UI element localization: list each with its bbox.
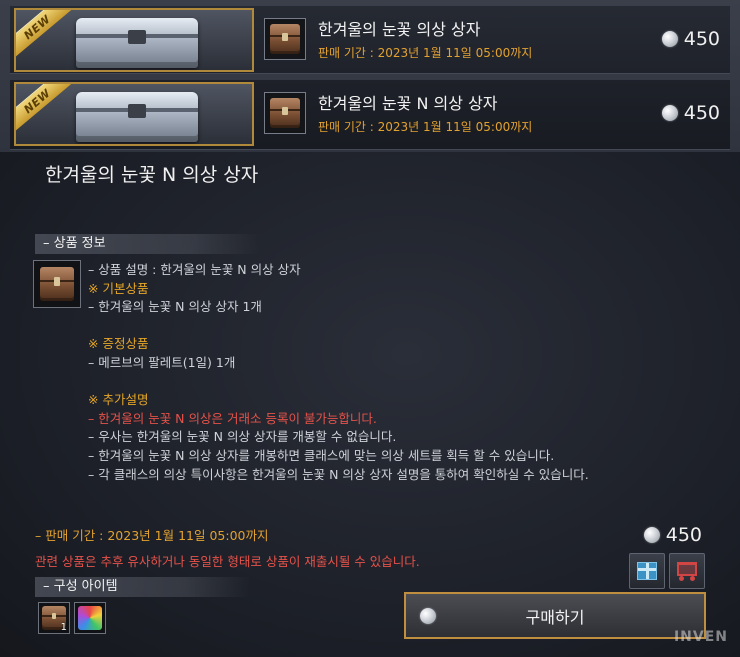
silver-coin-icon (661, 105, 678, 121)
desc-spacer (88, 373, 728, 392)
gift-button[interactable] (629, 553, 665, 589)
product-info-header: – 상품 정보 (35, 234, 260, 254)
product-title: 한겨울의 눈꽃 의상 상자 (318, 20, 481, 39)
detail-title: 한겨울의 눈꽃 N 의상 상자 (45, 164, 259, 186)
composition-item[interactable]: 1 (38, 602, 70, 634)
product-row-selected[interactable]: NEW 한겨울의 눈꽃 N 의상 상자 판매 기간 : 2023년 1월 11일… (10, 80, 730, 150)
desc-line: – 각 클래스의 의상 특이사항은 한겨울의 눈꽃 N 의상 상자 설명을 통하… (88, 466, 589, 482)
price-value: 450 (665, 524, 702, 546)
product-title: 한겨울의 눈꽃 N 의상 상자 (318, 94, 498, 113)
product-banner[interactable]: NEW (14, 8, 254, 72)
brown-chest-icon (270, 24, 300, 54)
product-price: 450 (661, 28, 720, 50)
desc-line: – 메르브의 팔레트(1일) 1개 (88, 354, 236, 370)
rerelease-notice: 관련 상품은 추후 유사하거나 동일한 형태로 상품이 재출시될 수 있습니다. (35, 554, 420, 569)
composition-header: – 구성 아이템 (35, 577, 250, 597)
product-info-thumbnail (33, 260, 81, 308)
product-banner[interactable]: NEW (14, 82, 254, 146)
desc-spacer (88, 317, 728, 336)
product-sale-period: 판매 기간 : 2023년 1월 11일 05:00까지 (318, 120, 533, 134)
cart-icon (677, 562, 697, 581)
silver-coin-icon (643, 527, 660, 543)
detail-sale-period: – 판매 기간 : 2023년 1월 11일 05:00까지 (35, 528, 269, 543)
desc-line: – 상품 설명 : 한겨울의 눈꽃 N 의상 상자 (88, 262, 301, 277)
silver-coin-icon (661, 31, 678, 47)
product-description: – 상품 설명 : 한겨울의 눈꽃 N 의상 상자 ※ 기본상품 – 한겨울의 … (88, 261, 728, 484)
silver-chest-icon (76, 92, 198, 142)
new-badge: NEW (16, 84, 76, 136)
silver-coin-icon (420, 608, 436, 624)
new-badge: NEW (16, 10, 76, 62)
palette-icon (78, 606, 102, 630)
product-thumbnail (264, 18, 306, 60)
desc-line-bonus-header: ※ 증정상품 (88, 336, 149, 352)
desc-line-extra-header: ※ 추가설명 (88, 392, 149, 408)
detail-price: 450 (643, 524, 702, 546)
gift-icon (637, 562, 657, 580)
composition-item[interactable] (74, 602, 106, 634)
price-value: 450 (683, 28, 720, 50)
desc-line: – 우사는 한겨울의 눈꽃 N 의상 상자를 개봉할 수 없습니다. (88, 429, 397, 445)
desc-line: – 한겨울의 눈꽃 N 의상 상자 1개 (88, 299, 262, 315)
brown-chest-icon (270, 98, 300, 128)
product-price: 450 (661, 102, 720, 124)
price-value: 450 (683, 102, 720, 124)
product-row[interactable]: NEW 한겨울의 눈꽃 의상 상자 판매 기간 : 2023년 1월 11일 0… (10, 6, 730, 74)
cart-button[interactable] (669, 553, 705, 589)
buy-button-label: 구매하기 (525, 607, 585, 627)
silver-chest-icon (76, 18, 198, 68)
desc-line-basic-header: ※ 기본상품 (88, 280, 149, 296)
buy-button[interactable]: 구매하기 (404, 592, 706, 639)
item-quantity: 1 (60, 622, 67, 633)
product-sale-period: 판매 기간 : 2023년 1월 11일 05:00까지 (318, 46, 533, 60)
product-thumbnail (264, 92, 306, 134)
inven-watermark: INVEN (673, 629, 728, 645)
desc-line-warning: – 한겨울의 눈꽃 N 의상은 거래소 등록이 불가능합니다. (88, 410, 377, 426)
desc-line: – 한겨울의 눈꽃 N 의상 상자를 개봉하면 클래스에 맞는 의상 세트를 획… (88, 447, 555, 463)
brown-chest-icon (40, 267, 74, 301)
